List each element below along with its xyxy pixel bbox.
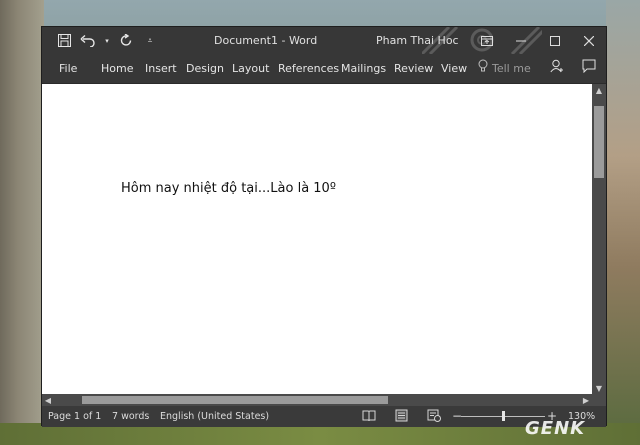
undo-dropdown-icon[interactable]: ▾ xyxy=(104,33,110,49)
title-bar: ▾ ⩡ Document1 - Word Pham Thai Hoc xyxy=(42,27,606,54)
print-layout-icon[interactable] xyxy=(395,409,408,425)
close-icon[interactable] xyxy=(572,27,606,54)
vertical-scrollbar[interactable]: ▲ ▼ xyxy=(592,84,606,394)
undo-icon[interactable] xyxy=(80,33,96,49)
tab-file[interactable]: File xyxy=(59,62,77,75)
ribbon-tabs: File Home Insert Design Layout Reference… xyxy=(42,54,606,83)
tab-layout[interactable]: Layout xyxy=(232,62,269,75)
ribbon-display-options-icon[interactable] xyxy=(470,27,504,54)
status-bar: Page 1 of 1 7 words English (United Stat… xyxy=(42,406,606,427)
desktop-background-right xyxy=(606,0,640,445)
read-mode-icon[interactable] xyxy=(362,409,376,425)
scroll-left-icon[interactable]: ◀ xyxy=(42,394,54,406)
document-page[interactable]: Hôm nay nhiệt độ tại...Lào là 10º xyxy=(42,84,592,394)
share-person-icon[interactable] xyxy=(550,59,564,76)
language-indicator[interactable]: English (United States) xyxy=(160,411,269,422)
tab-references[interactable]: References xyxy=(278,62,339,75)
scroll-up-icon[interactable]: ▲ xyxy=(592,84,606,96)
customize-quick-access-icon[interactable]: ⩡ xyxy=(142,33,158,49)
tab-home[interactable]: Home xyxy=(101,62,133,75)
page-count[interactable]: Page 1 of 1 xyxy=(48,411,101,422)
maximize-icon[interactable] xyxy=(538,27,572,54)
redo-icon[interactable] xyxy=(118,33,134,49)
horizontal-scrollbar[interactable]: ◀ ▶ xyxy=(42,394,606,406)
genk-watermark: GENK xyxy=(525,418,586,439)
document-text[interactable]: Hôm nay nhiệt độ tại...Lào là 10º xyxy=(121,181,336,196)
scroll-right-icon[interactable]: ▶ xyxy=(580,394,592,406)
tab-mailings[interactable]: Mailings xyxy=(341,62,386,75)
horizontal-scroll-thumb[interactable] xyxy=(82,396,388,404)
scroll-down-icon[interactable]: ▼ xyxy=(592,382,606,394)
comments-icon[interactable] xyxy=(582,59,596,76)
document-title: Document1 - Word xyxy=(214,34,318,47)
web-layout-icon[interactable] xyxy=(427,409,441,425)
tab-view[interactable]: View xyxy=(441,62,467,75)
user-name[interactable]: Pham Thai Hoc xyxy=(376,34,459,47)
quick-access-toolbar: ▾ ⩡ xyxy=(56,27,158,54)
word-window: ▾ ⩡ Document1 - Word Pham Thai Hoc File … xyxy=(41,26,607,427)
tab-insert[interactable]: Insert xyxy=(145,62,177,75)
desktop-background-left xyxy=(0,0,44,445)
window-controls xyxy=(470,27,606,54)
vertical-scroll-thumb[interactable] xyxy=(594,106,604,178)
lightbulb-icon xyxy=(478,59,488,76)
tab-review[interactable]: Review xyxy=(394,62,433,75)
zoom-slider-knob[interactable] xyxy=(502,411,505,421)
minimize-icon[interactable] xyxy=(504,27,538,54)
save-icon[interactable] xyxy=(56,33,72,49)
tell-me-search[interactable]: Tell me xyxy=(492,62,531,75)
word-count[interactable]: 7 words xyxy=(112,411,149,422)
tab-design[interactable]: Design xyxy=(186,62,224,75)
